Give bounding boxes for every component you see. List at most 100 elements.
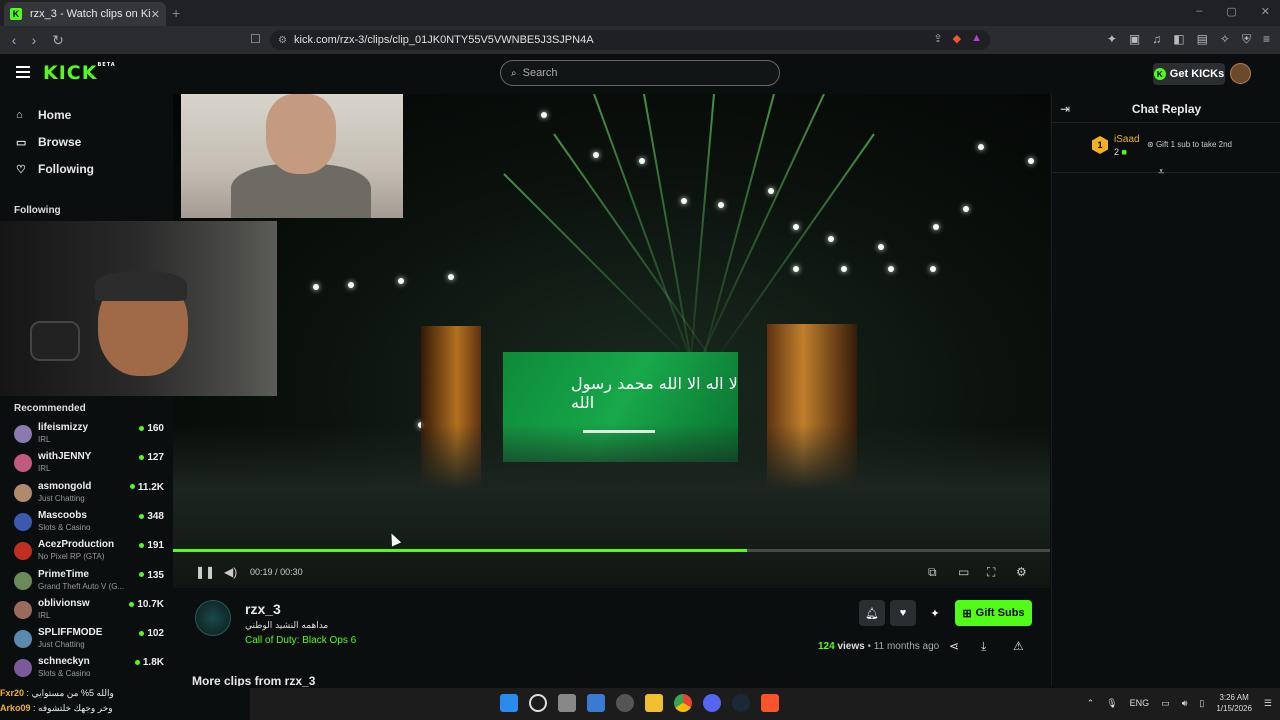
extensions-icon[interactable]: ✦	[1107, 32, 1117, 47]
file-explorer-icon[interactable]	[645, 694, 663, 712]
report-clip-icon[interactable]: ⚠	[1013, 639, 1024, 653]
get-kicks-button[interactable]: K Get KICKs	[1153, 63, 1225, 85]
player-controls: ❚❚ ◀) 00:19 / 00:30 ⧉ ▭ ⛶ ⚙	[173, 560, 1050, 584]
language-indicator[interactable]: ENG	[1130, 698, 1150, 708]
brave-icon[interactable]	[761, 694, 779, 712]
recommended-channel[interactable]: lifeismizzy IRL 160	[14, 421, 164, 447]
steam-icon[interactable]	[732, 694, 750, 712]
search-taskbar-icon[interactable]	[529, 694, 547, 712]
store-icon[interactable]	[587, 694, 605, 712]
top-gifter[interactable]: 1 iSaad 2 ■ ⊛ Gift 1 sub to take 2nd	[1092, 134, 1272, 160]
time-current: 00:19	[250, 567, 273, 577]
views-and-age: 124 views • 11 months ago	[818, 641, 939, 652]
recommended-channel[interactable]: PrimeTime Grand Theft Auto V (G... 135	[14, 568, 164, 594]
fullscreen-icon[interactable]: ⛶	[987, 565, 995, 580]
brave-shield-icon[interactable]: ◆	[953, 32, 961, 45]
stage-light	[828, 236, 834, 242]
kick-logo[interactable]: KICKBETA	[43, 62, 116, 84]
stage-light	[398, 278, 404, 284]
live-dot-icon	[139, 543, 145, 549]
forward-button[interactable]: ›	[24, 32, 44, 48]
boost-button[interactable]: ✦	[922, 600, 948, 626]
progress-bar[interactable]	[173, 549, 1050, 552]
chat-replay-panel: ⇥ Chat Replay 1 iSaad 2 ■ ⊛ Gift 1 sub t…	[1051, 94, 1280, 686]
sidebar-item-browse[interactable]: ▭ Browse	[16, 135, 81, 149]
sidebar-item-label: Following	[38, 162, 94, 176]
overlay-chat-message: : وخر وجهك خلتشوفه	[33, 703, 113, 713]
channel-avatar[interactable]	[195, 600, 231, 636]
sidebar-icon[interactable]: ◧	[1173, 32, 1184, 47]
home-icon: ⌂	[16, 109, 23, 121]
stage-light	[793, 224, 799, 230]
tray-overflow-icon[interactable]: ⌃	[1087, 698, 1095, 709]
theater-mode-icon[interactable]: ▭	[958, 565, 969, 579]
volume-icon[interactable]: ◀)	[224, 565, 237, 579]
start-icon[interactable]	[500, 694, 518, 712]
brave-rewards-icon[interactable]: ▲	[971, 32, 982, 45]
browser-tab[interactable]: K rzx_3 - Watch clips on Kick ✕	[4, 2, 166, 26]
recommended-channel[interactable]: oblivionsw IRL 10.7K	[14, 597, 164, 623]
reload-button[interactable]: ↻	[48, 32, 68, 49]
recommended-channel[interactable]: withJENNY IRL 127	[14, 450, 164, 476]
sidebar-item-following[interactable]: ♡ Following	[16, 162, 94, 176]
viewer-count: 127	[139, 452, 164, 463]
obs-icon[interactable]	[616, 694, 634, 712]
minimize-button[interactable]: –	[1196, 5, 1202, 18]
recommended-channel[interactable]: AcezProduction No Pixel RP (GTA) 191	[14, 538, 164, 564]
channel-name[interactable]: rzx_3	[245, 601, 281, 617]
site-info-icon[interactable]: ⚙	[278, 35, 287, 46]
channel-avatar	[14, 425, 32, 443]
task-view-icon[interactable]	[558, 694, 576, 712]
battery-icon[interactable]: ▯	[1199, 698, 1204, 709]
discord-icon[interactable]	[703, 694, 721, 712]
reader-icon[interactable]: ▣	[1129, 32, 1140, 47]
sidebar-item-home[interactable]: ⌂ Home	[16, 108, 71, 122]
stage-light	[681, 198, 687, 204]
network-icon[interactable]: ▭	[1161, 698, 1170, 709]
recommended-channel[interactable]: asmongold Just Chatting 11.2K	[14, 480, 164, 506]
recommended-section-title: Recommended	[14, 403, 86, 414]
download-clip-icon[interactable]: ⤓	[981, 639, 986, 654]
follow-heart-button[interactable]: ♥	[890, 600, 916, 626]
recommended-channel[interactable]: Mascoobs Slots & Casino 348	[14, 509, 164, 535]
pause-icon[interactable]: ❚❚	[195, 565, 215, 579]
vpn-icon[interactable]: ⛨	[1242, 32, 1251, 47]
microphone-icon[interactable]: 🎙︎	[1106, 698, 1117, 709]
back-button[interactable]: ‹	[4, 32, 24, 48]
miniplayer-icon[interactable]: ⧉	[928, 565, 937, 580]
maximize-button[interactable]: ▢	[1226, 5, 1236, 18]
clock[interactable]: 3:26 AM 1/15/2026	[1216, 692, 1252, 714]
notification-bell-button[interactable]: 🔔︎	[859, 600, 885, 626]
close-window-button[interactable]: ✕	[1261, 5, 1270, 18]
close-tab-icon[interactable]: ✕	[151, 8, 160, 21]
menu-icon[interactable]: ≡	[1263, 32, 1270, 47]
leo-icon[interactable]: ✧	[1220, 32, 1230, 47]
stage-light	[963, 206, 969, 212]
chrome-icon[interactable]	[674, 694, 692, 712]
stage-light	[593, 152, 599, 158]
progress-fill	[173, 549, 748, 552]
volume-tray-icon[interactable]: 🔊︎	[1182, 698, 1188, 709]
new-tab-button[interactable]: +	[172, 5, 180, 21]
share-icon[interactable]: ⇪	[933, 32, 942, 45]
search-input[interactable]: ⌕ Search	[500, 60, 780, 86]
notification-icon[interactable]: ☰	[1264, 698, 1272, 709]
share-clip-icon[interactable]: ⋖	[949, 639, 959, 653]
gifter-message-text: Gift 1 sub to take 2nd	[1155, 140, 1232, 149]
stage-light	[313, 284, 319, 290]
logo-text: KICK	[43, 62, 98, 84]
music-icon[interactable]: ♫	[1152, 32, 1161, 47]
gift-subs-button[interactable]: ⊞ Gift Subs	[955, 600, 1032, 626]
bookmark-icon[interactable]: ☐	[250, 32, 261, 46]
overlay-chat-line: Fxr20 : والله 5% من مستوايي	[0, 688, 250, 699]
recommended-channel[interactable]: schneckyn Slots & Casino 1.8K	[14, 655, 164, 681]
user-avatar[interactable]	[1230, 63, 1251, 84]
clip-category[interactable]: Call of Duty: Black Ops 6	[245, 635, 356, 646]
wallet-icon[interactable]: ▤	[1197, 32, 1208, 47]
expand-leaderboard-icon[interactable]: ⩡	[1158, 166, 1164, 179]
recommended-channel[interactable]: SPLIFFMODE Just Chatting 102	[14, 626, 164, 652]
url-bar[interactable]: ⚙ kick.com/rzx-3/clips/clip_01JK0NTY55V5…	[270, 30, 990, 50]
clip-info: rzx_3 مداهمه النشيد الوطني Call of Duty:…	[173, 590, 1050, 686]
hamburger-menu-icon[interactable]	[16, 66, 30, 78]
settings-icon[interactable]: ⚙	[1016, 565, 1027, 579]
